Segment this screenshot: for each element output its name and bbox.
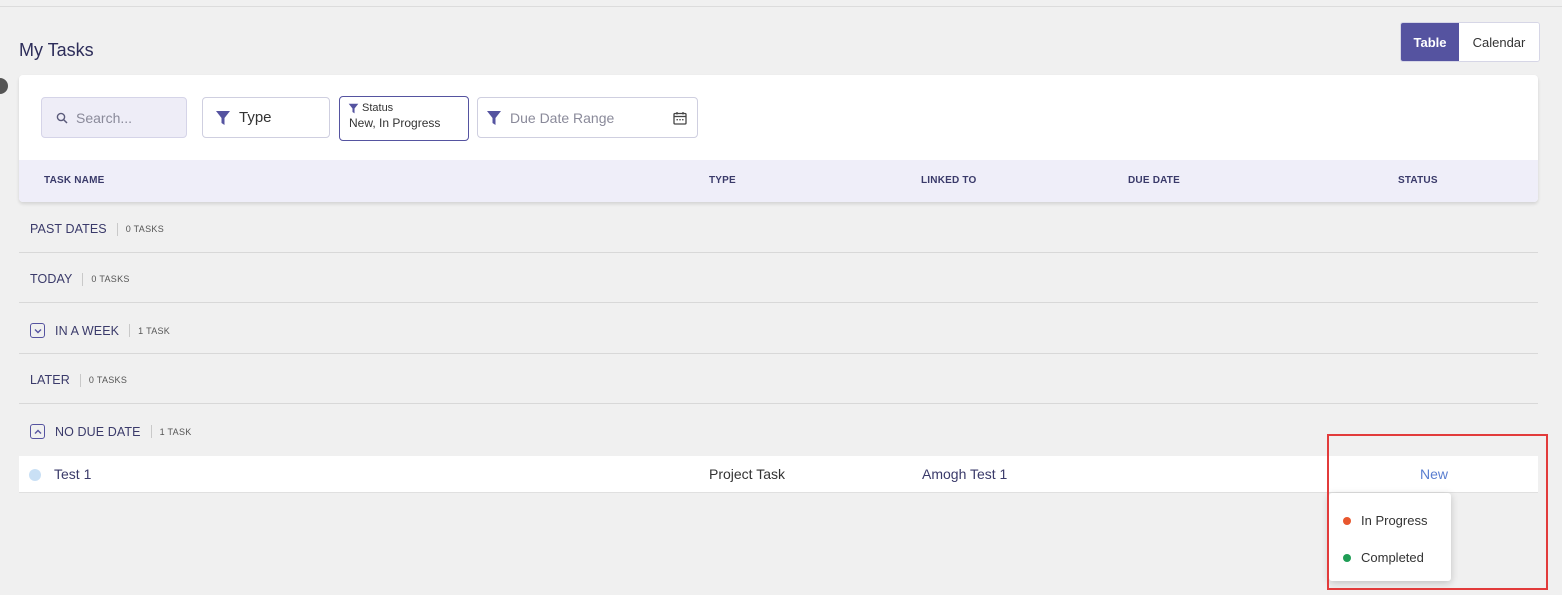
group-name: NO DUE DATE	[55, 424, 141, 439]
group-separator	[82, 272, 84, 286]
type-filter-label: Type	[239, 109, 272, 126]
calendar-view-button[interactable]: Calendar	[1459, 23, 1539, 61]
table-view-button[interactable]: Table	[1401, 23, 1459, 61]
group-count: 1 TASK	[159, 426, 192, 437]
task-type: Project Task	[709, 466, 785, 482]
column-header-due-date[interactable]: DUE DATE	[1128, 175, 1180, 186]
filter-icon	[487, 110, 501, 125]
view-toggle: Table Calendar	[1400, 22, 1540, 62]
status-dropdown-menu: In Progress Completed	[1329, 493, 1451, 581]
group-name: LATER	[30, 373, 70, 387]
expand-toggle-chevron-down-icon[interactable]	[30, 323, 45, 338]
group-today[interactable]: TODAY 0 TASKS	[19, 253, 1538, 303]
group-count: 0 TASKS	[91, 274, 130, 284]
column-header-task-name[interactable]: TASK NAME	[44, 175, 105, 186]
page-title: My Tasks	[19, 40, 94, 60]
due-date-range-placeholder: Due Date Range	[510, 109, 615, 126]
table-header: TASK NAME TYPE LINKED TO DUE DATE STATUS	[19, 160, 1538, 202]
status-option-label: In Progress	[1361, 513, 1428, 528]
group-later[interactable]: LATER 0 TASKS	[19, 354, 1538, 404]
group-separator	[116, 222, 118, 236]
status-color-dot	[1343, 516, 1351, 525]
group-count: 0 TASKS	[88, 375, 128, 385]
group-count: 1 TASK	[138, 325, 171, 336]
column-header-type[interactable]: TYPE	[709, 175, 736, 186]
group-no-due-date[interactable]: NO DUE DATE 1 TASK	[19, 405, 1538, 455]
status-filter-value: New, In Progress	[349, 116, 441, 130]
filter-icon	[216, 110, 230, 125]
collapse-toggle-chevron-up-icon[interactable]	[30, 424, 45, 439]
side-handle[interactable]	[0, 78, 8, 94]
search-input[interactable]	[76, 109, 176, 126]
task-status-dropdown-trigger[interactable]: New	[1420, 466, 1448, 482]
group-past-dates[interactable]: PAST DATES 0 TASKS	[19, 203, 1538, 253]
column-header-linked-to[interactable]: LINKED TO	[921, 175, 977, 186]
group-name: PAST DATES	[30, 222, 107, 236]
filter-icon	[348, 103, 359, 113]
task-linked-to-link[interactable]: Amogh Test 1	[922, 466, 1007, 482]
task-name-link[interactable]: Test 1	[54, 466, 91, 482]
status-option-completed[interactable]: Completed	[1343, 550, 1424, 565]
calendar-icon[interactable]	[673, 111, 687, 125]
search-icon	[56, 112, 68, 124]
top-divider	[0, 6, 1562, 7]
due-date-range-filter[interactable]: Due Date Range	[477, 97, 698, 138]
status-option-in-progress[interactable]: In Progress	[1343, 513, 1427, 528]
type-filter[interactable]: Type	[202, 97, 330, 138]
group-name: TODAY	[30, 272, 73, 286]
search-box[interactable]	[41, 97, 187, 138]
status-filter-label: Status	[362, 102, 394, 114]
group-in-a-week[interactable]: IN A WEEK 1 TASK	[19, 304, 1538, 354]
group-count: 0 TASKS	[125, 224, 165, 234]
task-status-dot	[29, 469, 41, 481]
group-separator	[129, 324, 131, 337]
status-color-dot	[1343, 553, 1351, 562]
status-option-label: Completed	[1361, 550, 1424, 565]
table-row[interactable]: Test 1 Project Task Amogh Test 1 New	[19, 456, 1538, 493]
column-header-status[interactable]: STATUS	[1398, 175, 1438, 186]
group-name: IN A WEEK	[55, 323, 120, 338]
status-filter[interactable]: Status New, In Progress	[339, 96, 469, 141]
filter-panel: Type Status New, In Progress Due Date Ra…	[19, 75, 1538, 202]
group-separator	[79, 373, 81, 387]
group-separator	[150, 425, 152, 438]
